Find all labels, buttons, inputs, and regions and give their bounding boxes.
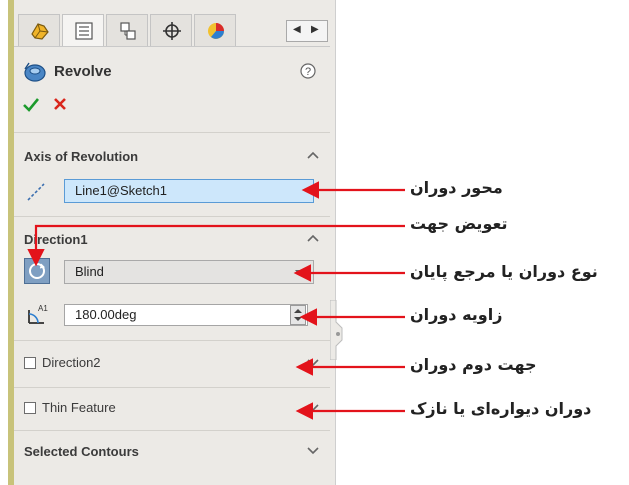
annotation-angle: زاویه دوران [410,305,503,324]
arrow-reverse [27,224,405,267]
annotation-axis: محور دوران [410,178,503,197]
annotation-type: نوع دوران یا مرجع پایان [410,262,598,281]
annotation-thin: دوران دیواره‌ای یا نازک [410,399,592,418]
annotation-reverse: تعویض جهت [410,214,508,233]
annotation-direction2: جهت دوم دوران [410,355,537,374]
